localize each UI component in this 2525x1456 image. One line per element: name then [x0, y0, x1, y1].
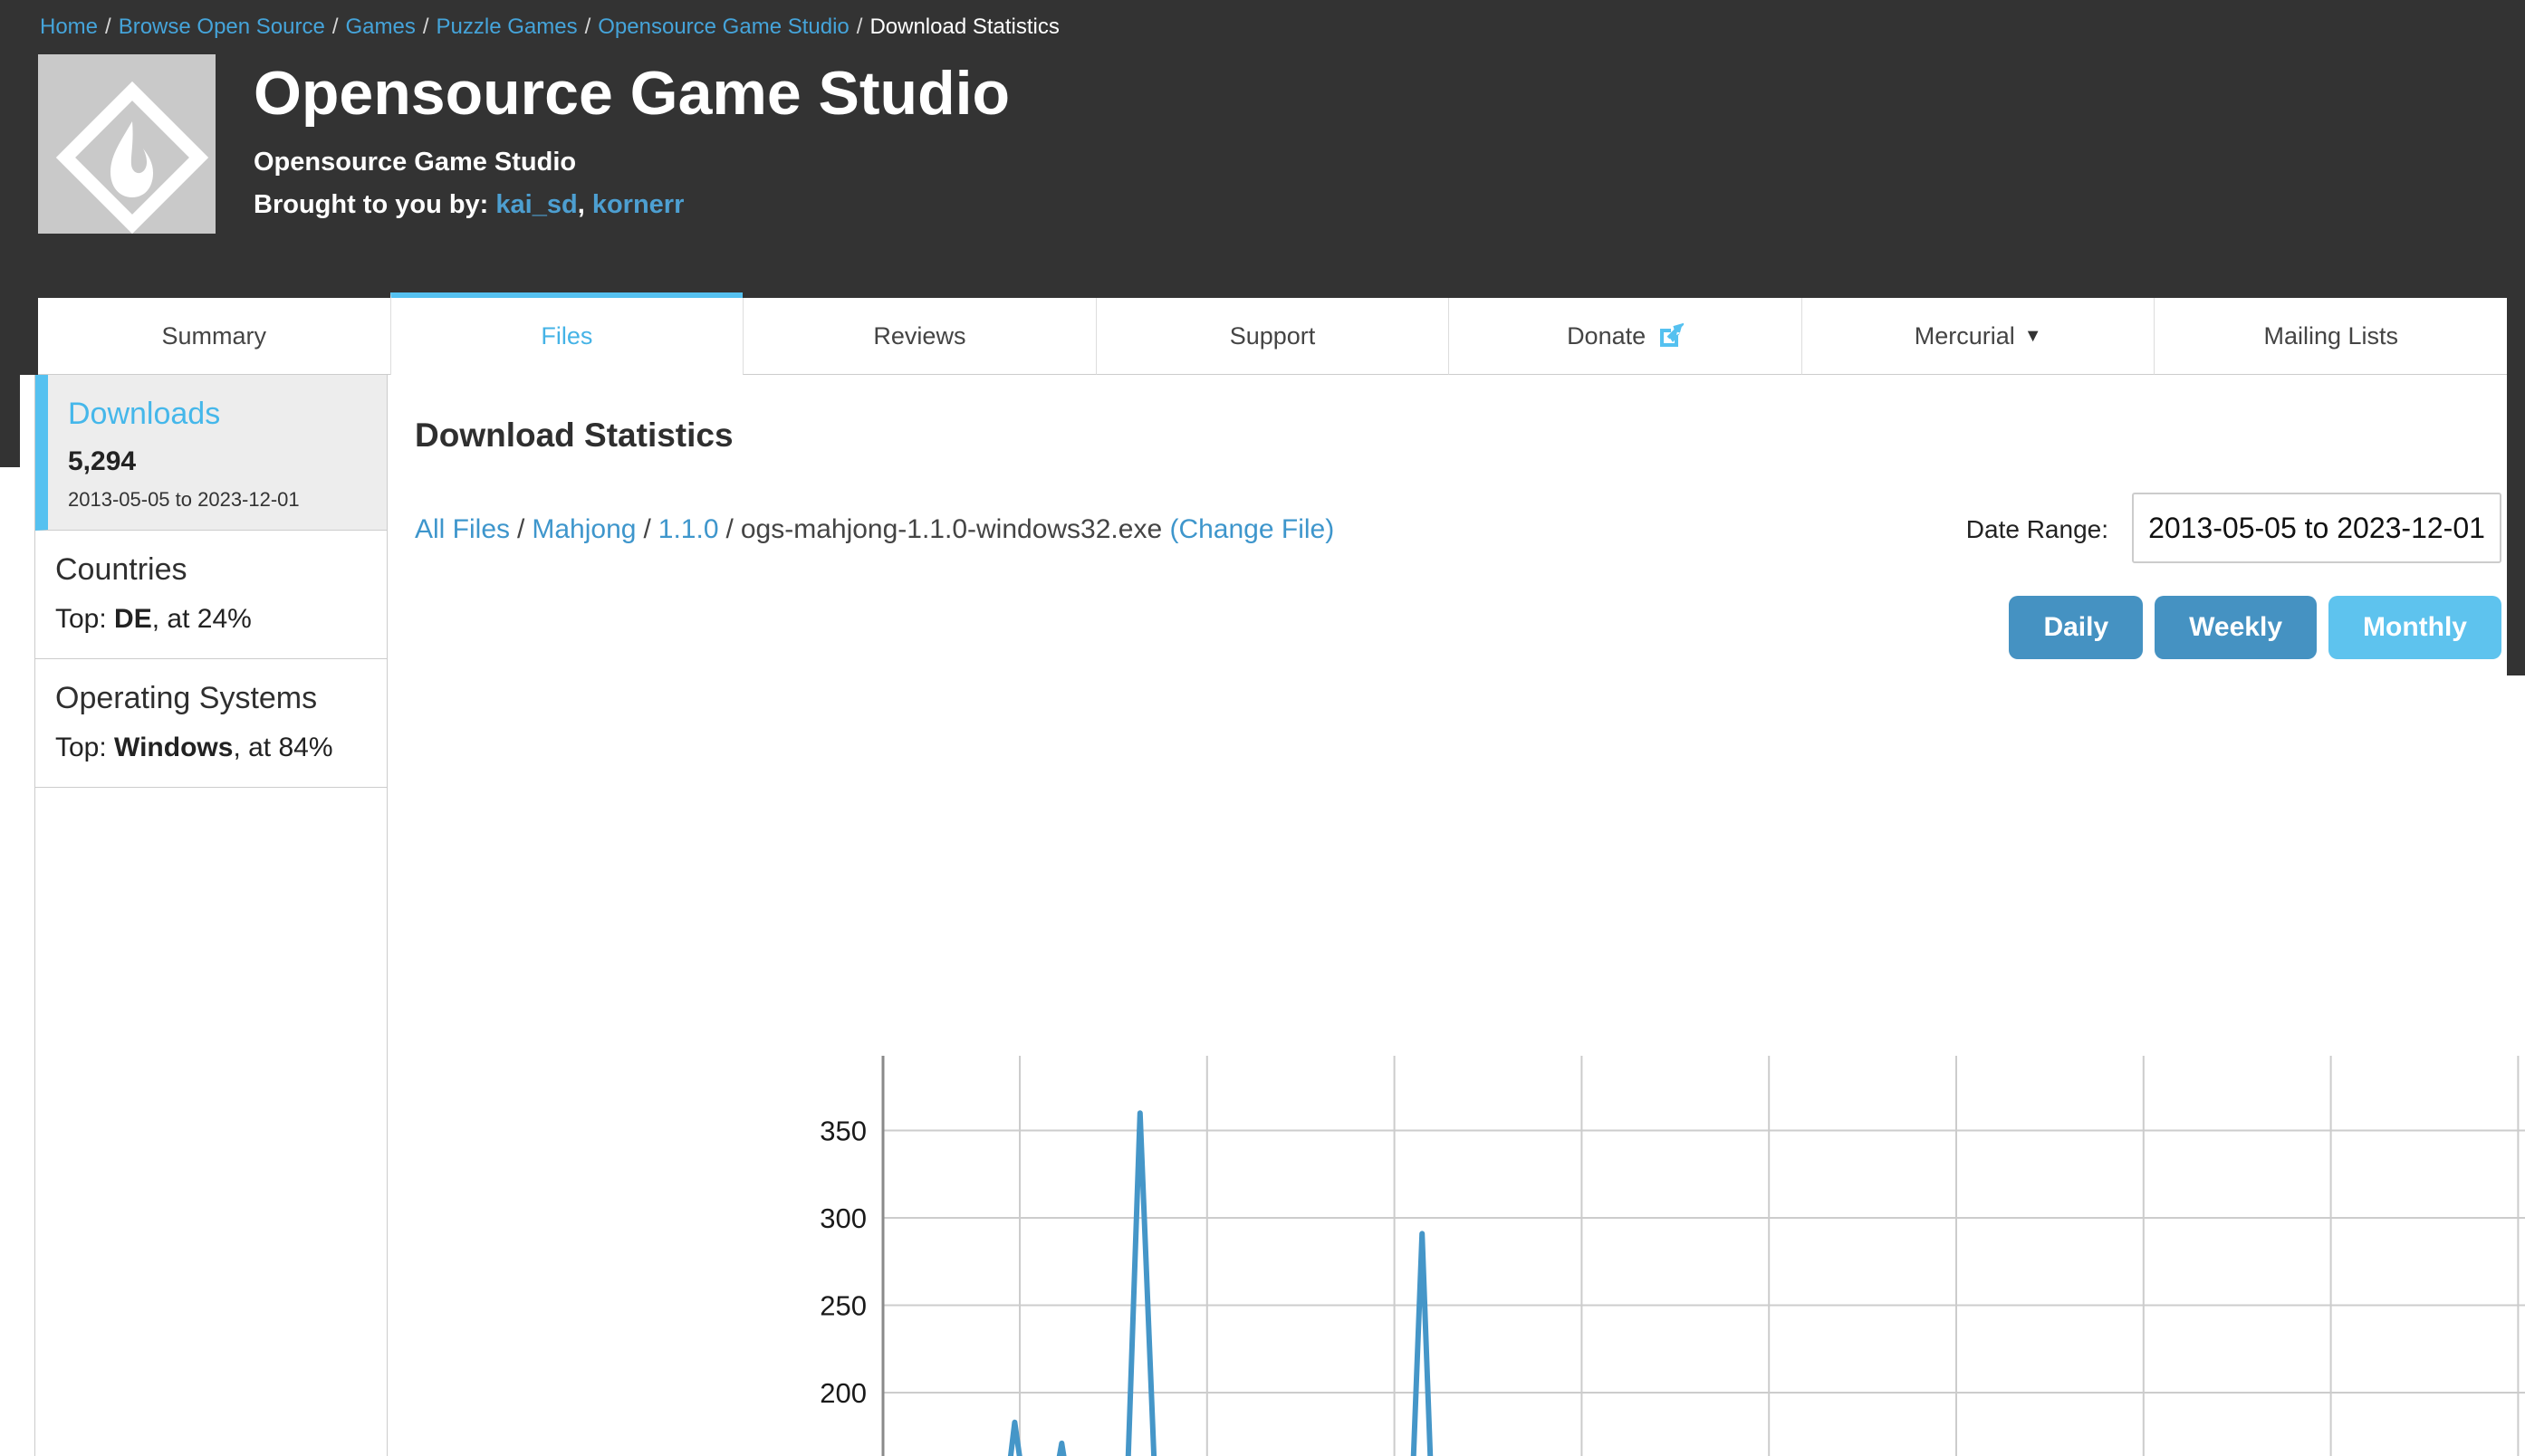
- file-path-row: All Files/Mahjong/1.1.0/ogs-mahjong-1.1.…: [415, 493, 2501, 563]
- byline-prefix: Brought to you by:: [254, 190, 495, 219]
- project-tabs: Summary Files Reviews Support Donate Mercuria…: [38, 298, 2507, 375]
- file-breadcrumb: All Files/Mahjong/1.1.0/ogs-mahjong-1.1.…: [415, 514, 1334, 545]
- tab-summary[interactable]: Summary: [38, 298, 390, 375]
- downloads-line-chart: Jan 2014Jan 2015Jan 2016Jan 2017Jan 2018…: [777, 1040, 2525, 1456]
- header-band: Home/Browse Open Source/Games/Puzzle Gam…: [0, 0, 2525, 375]
- change-file-link[interactable]: (Change File): [1169, 514, 1334, 544]
- tab-donate[interactable]: Donate: [1448, 298, 1801, 375]
- downloads-series-line: [889, 1113, 2525, 1456]
- author-link[interactable]: kai_sd: [495, 190, 577, 219]
- tab-files[interactable]: Files: [390, 292, 744, 375]
- y-tick-label: 250: [820, 1290, 867, 1322]
- main-panel: Download Statistics All Files/Mahjong/1.…: [388, 375, 2525, 1456]
- sidebar-section-stat: Top: DE, at 24%: [55, 604, 372, 635]
- breadcrumb-link[interactable]: Opensource Game Studio: [598, 14, 850, 39]
- download-statistics-page: Home/Browse Open Source/Games/Puzzle Gam…: [0, 0, 2525, 1456]
- sidebar-section-title: Operating Systems: [55, 681, 372, 716]
- period-buttons: DailyWeeklyMonthly: [415, 596, 2501, 659]
- y-tick-label: 300: [820, 1202, 867, 1234]
- tab-support[interactable]: Support: [1096, 298, 1449, 375]
- sidebar-section-title: Countries: [55, 552, 372, 588]
- downloads-label: Downloads: [68, 397, 372, 432]
- date-range-input[interactable]: [2132, 493, 2501, 563]
- date-range-label: Date Range:: [1966, 515, 2108, 544]
- breadcrumb-link[interactable]: Browse Open Source: [119, 14, 325, 39]
- external-link-icon: [1656, 322, 1684, 350]
- file-path-link[interactable]: Mahjong: [532, 514, 636, 544]
- tab-label: Mercurial: [1915, 322, 2015, 350]
- daily-button[interactable]: Daily: [2009, 596, 2143, 659]
- breadcrumb: Home/Browse Open Source/Games/Puzzle Gam…: [0, 0, 2525, 40]
- downloads-date-range: 2013-05-05 to 2023-12-01: [68, 488, 372, 512]
- section-heading: Download Statistics: [415, 417, 2501, 455]
- sidebar-section-stat: Top: Windows, at 84%: [55, 733, 372, 763]
- breadcrumb-separator: /: [325, 14, 346, 39]
- tab-reviews[interactable]: Reviews: [743, 298, 1096, 375]
- weekly-button[interactable]: Weekly: [2155, 596, 2317, 659]
- stats-sidebar: Downloads 5,294 2013-05-05 to 2023-12-01…: [34, 375, 388, 1456]
- file-path-link[interactable]: All Files: [415, 514, 510, 544]
- tab-label: Summary: [162, 322, 267, 350]
- breadcrumb-separator: /: [578, 14, 599, 39]
- byline-comma: ,: [578, 190, 592, 219]
- tab-mailing-lists[interactable]: Mailing Lists: [2154, 298, 2507, 375]
- tab-label: Files: [541, 322, 592, 350]
- diamond-flame-icon: [38, 54, 216, 234]
- breadcrumb-link[interactable]: Home: [40, 14, 98, 39]
- downloads-count: 5,294: [68, 446, 372, 477]
- sidebar-item-operating-systems[interactable]: Operating Systems Top: Windows, at 84%: [35, 659, 387, 788]
- file-path-separator: /: [719, 514, 741, 544]
- caret-down-icon: ▼: [2024, 326, 2042, 347]
- breadcrumb-link[interactable]: Games: [346, 14, 416, 39]
- author-link[interactable]: kornerr: [592, 190, 685, 219]
- file-path-current: ogs-mahjong-1.1.0-windows32.exe: [741, 514, 1170, 544]
- breadcrumb-link[interactable]: Puzzle Games: [437, 14, 578, 39]
- file-path-separator: /: [510, 514, 532, 544]
- monthly-button[interactable]: Monthly: [2328, 596, 2501, 659]
- tab-label: Support: [1230, 322, 1316, 350]
- project-subtitle: Opensource Game Studio: [254, 148, 1010, 177]
- breadcrumb-current: Download Statistics: [869, 14, 1059, 39]
- sidebar-item-downloads[interactable]: Downloads 5,294 2013-05-05 to 2023-12-01: [35, 375, 387, 531]
- tab-label: Donate: [1567, 322, 1646, 350]
- breadcrumb-separator: /: [850, 14, 870, 39]
- tab-label: Reviews: [873, 322, 965, 350]
- breadcrumb-separator: /: [416, 14, 437, 39]
- project-byline: Brought to you by: kai_sd, kornerr: [254, 190, 1010, 220]
- tab-label: Mailing Lists: [2263, 322, 2398, 350]
- project-logo: [38, 54, 216, 234]
- file-path-link[interactable]: 1.1.0: [658, 514, 719, 544]
- content-area: Downloads 5,294 2013-05-05 to 2023-12-01…: [0, 375, 2525, 1456]
- project-meta: Opensource Game Studio Opensource Game S…: [254, 54, 1010, 234]
- y-tick-label: 200: [820, 1377, 867, 1409]
- dark-notch-left: [0, 375, 20, 467]
- downloads-chart: Jan 2014Jan 2015Jan 2016Jan 2017Jan 2018…: [777, 1040, 2525, 1456]
- page-title: Opensource Game Studio: [254, 60, 1010, 128]
- project-header: Opensource Game Studio Opensource Game S…: [38, 54, 2525, 234]
- tab-mercurial[interactable]: Mercurial ▼: [1801, 298, 2155, 375]
- file-path-separator: /: [636, 514, 658, 544]
- sidebar-item-countries[interactable]: Countries Top: DE, at 24%: [35, 531, 387, 659]
- breadcrumb-separator: /: [98, 14, 119, 39]
- y-tick-label: 350: [820, 1116, 867, 1147]
